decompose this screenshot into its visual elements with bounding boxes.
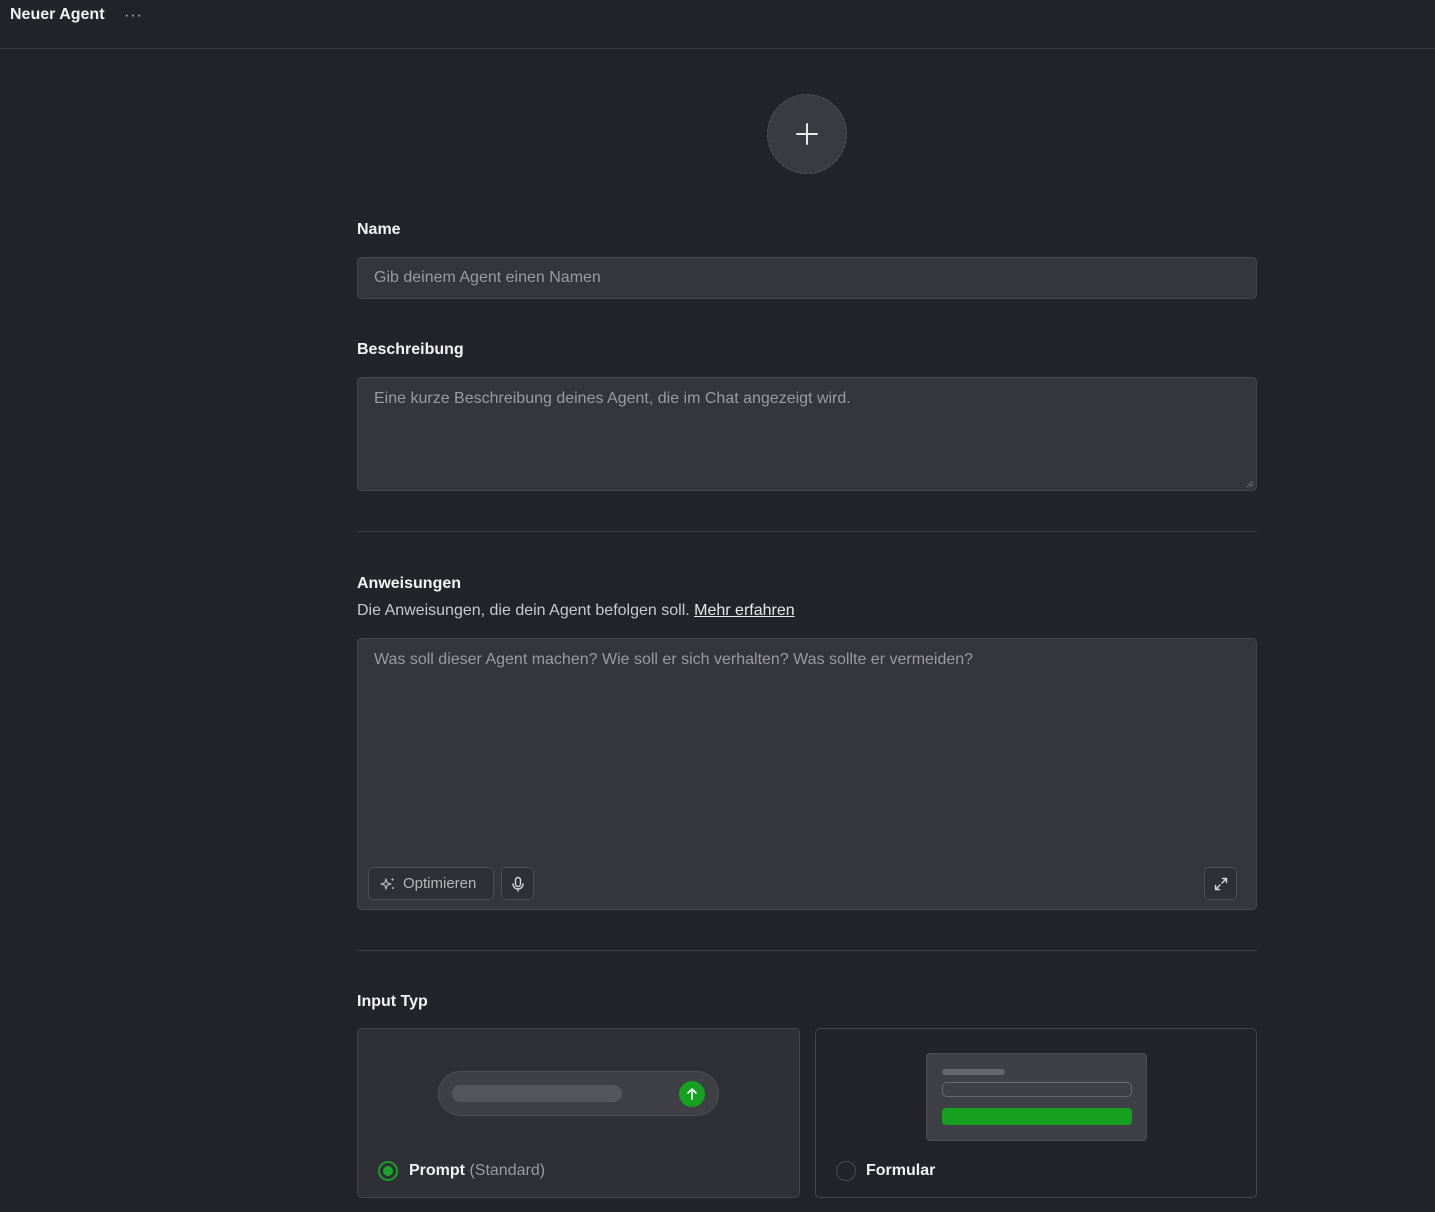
send-arrow-icon [679, 1081, 705, 1107]
more-options-button[interactable]: ··· [124, 7, 143, 25]
input-type-prompt-card[interactable]: Prompt (Standard) [357, 1028, 800, 1198]
section-divider [357, 531, 1257, 532]
resize-handle-icon[interactable] [1246, 480, 1254, 488]
section-divider [357, 950, 1257, 951]
learn-more-link[interactable]: Mehr erfahren [694, 602, 795, 619]
instructions-subtitle: Die Anweisungen, die dein Agent befolgen… [357, 602, 795, 620]
form-radio[interactable] [836, 1161, 856, 1181]
name-label: Name [357, 221, 401, 238]
description-placeholder: Eine kurze Beschreibung deines Agent, di… [374, 390, 851, 407]
page-title: Neuer Agent [10, 6, 105, 23]
prompt-radio[interactable] [378, 1161, 398, 1181]
plus-icon [796, 123, 818, 145]
prompt-preview-illustration [438, 1071, 719, 1116]
microphone-icon [511, 876, 524, 892]
expand-icon [1214, 877, 1227, 890]
description-textarea[interactable]: Eine kurze Beschreibung deines Agent, di… [357, 377, 1257, 491]
name-input[interactable]: Gib deinem Agent einen Namen [357, 257, 1257, 299]
optimize-label: Optimieren [403, 875, 477, 892]
form-preview-illustration [926, 1053, 1147, 1141]
optimize-button[interactable]: Optimieren [368, 867, 494, 900]
sparkle-icon [380, 877, 395, 890]
form-option-label: Formular [866, 1162, 936, 1179]
top-bar: Neuer Agent ··· [0, 0, 1435, 49]
prompt-preview-bar [452, 1085, 622, 1102]
instructions-label: Anweisungen [357, 575, 462, 592]
instructions-placeholder: Was soll dieser Agent machen? Wie soll e… [374, 651, 974, 668]
prompt-label: Prompt [409, 1162, 465, 1179]
prompt-standard-note: (Standard) [469, 1162, 546, 1179]
microphone-button[interactable] [501, 867, 534, 900]
input-type-label: Input Typ [357, 993, 428, 1010]
avatar-upload-button[interactable] [767, 94, 847, 174]
prompt-option-label: Prompt (Standard) [409, 1162, 545, 1180]
instructions-subtitle-text: Die Anweisungen, die dein Agent befolgen… [357, 602, 690, 619]
name-placeholder: Gib deinem Agent einen Namen [374, 269, 601, 286]
input-type-form-card[interactable]: Formular [815, 1028, 1257, 1198]
description-label: Beschreibung [357, 341, 464, 358]
expand-button[interactable] [1204, 867, 1237, 900]
